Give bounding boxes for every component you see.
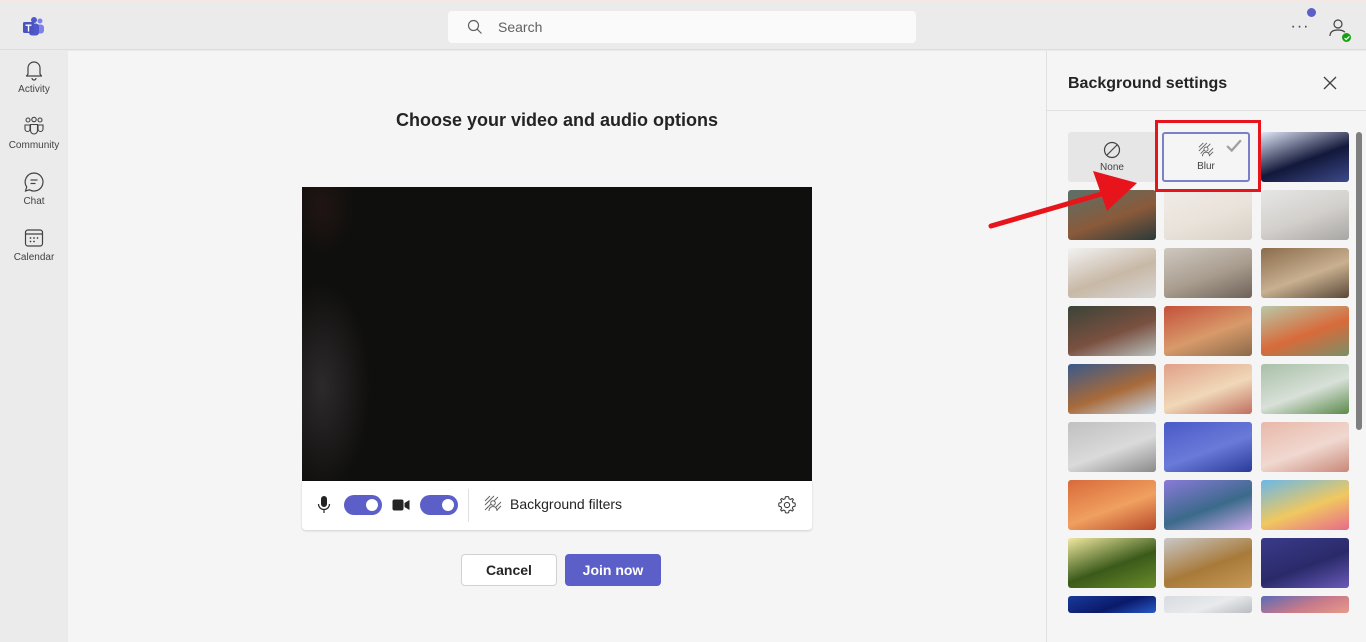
presence-available-icon: [1341, 32, 1352, 43]
background-tile-image[interactable]: [1164, 538, 1252, 588]
panel-scrollbar[interactable]: [1356, 132, 1362, 430]
background-tile-image[interactable]: [1164, 422, 1252, 472]
microphone-icon: [317, 496, 331, 513]
background-tile-image[interactable]: [1068, 306, 1156, 356]
chat-bubble-icon: [24, 172, 44, 192]
search-icon: [467, 19, 482, 34]
background-filters-label: Background filters: [510, 496, 623, 512]
prejoin-stage: Choose your video and audio options Back…: [68, 51, 1046, 642]
more-options-icon: ···: [1290, 18, 1310, 35]
panel-divider: [1047, 110, 1366, 111]
background-tile-image[interactable]: [1261, 306, 1349, 356]
background-tile-image[interactable]: [1164, 480, 1252, 530]
annotation-highlight-box: [1155, 120, 1261, 192]
teams-logo-icon[interactable]: [23, 17, 45, 37]
search-placeholder: Search: [498, 19, 543, 35]
rail-label: Calendar: [13, 252, 55, 263]
panel-title: Background settings: [1068, 75, 1228, 92]
close-icon[interactable]: [1322, 75, 1338, 91]
background-tile-image[interactable]: [1261, 132, 1349, 182]
background-tile-image[interactable]: [1164, 596, 1252, 613]
divider: [468, 489, 469, 522]
background-tile-image[interactable]: [1261, 480, 1349, 530]
page-title: Choose your video and audio options: [395, 110, 718, 130]
background-tile-image[interactable]: [1164, 306, 1252, 356]
rail-item-community[interactable]: Community: [0, 107, 68, 159]
background-tile-image[interactable]: [1261, 596, 1349, 613]
rail-label: Community: [8, 140, 60, 151]
background-tile-image[interactable]: [1164, 364, 1252, 414]
no-background-icon: [1103, 141, 1121, 159]
background-tile-image[interactable]: [1068, 364, 1156, 414]
notification-dot: [1307, 8, 1316, 17]
background-tile-image[interactable]: [1261, 422, 1349, 472]
rail-label: Activity: [18, 84, 50, 95]
background-tile-image[interactable]: [1261, 538, 1349, 588]
rail-item-calendar[interactable]: Calendar: [0, 219, 68, 271]
calendar-icon: [24, 229, 44, 247]
background-tile-image[interactable]: [1068, 480, 1156, 530]
annotation-arrow-icon: [988, 171, 1137, 229]
background-tile-image[interactable]: [1068, 596, 1156, 613]
search-bar[interactable]: Search: [448, 11, 916, 43]
rail-label: Chat: [23, 196, 45, 207]
microphone-toggle[interactable]: [344, 495, 382, 515]
background-tile-image[interactable]: [1068, 248, 1156, 298]
rail-item-chat[interactable]: Chat: [0, 163, 68, 215]
app-rail: Activity Community Chat Calendar: [0, 51, 68, 642]
background-tile-image[interactable]: [1261, 364, 1349, 414]
rail-item-activity[interactable]: Activity: [0, 51, 68, 103]
camera-icon: [392, 499, 410, 511]
background-tile-image[interactable]: [1261, 248, 1349, 298]
cancel-button[interactable]: Cancel: [461, 554, 557, 586]
background-tile-image[interactable]: [1164, 248, 1252, 298]
background-tile-image[interactable]: [1068, 538, 1156, 588]
bell-icon: [25, 61, 43, 81]
title-bar: Search ···: [0, 2, 1366, 50]
gear-icon[interactable]: [777, 495, 797, 515]
background-tile-image[interactable]: [1261, 190, 1349, 240]
background-tile-image[interactable]: [1068, 422, 1156, 472]
device-controls-bar: Background filters: [302, 481, 812, 530]
join-now-button[interactable]: Join now: [565, 554, 661, 586]
background-filters-button[interactable]: Background filters: [484, 495, 622, 513]
people-community-icon: [24, 116, 44, 135]
camera-toggle[interactable]: [420, 495, 458, 515]
background-tile-image[interactable]: [1164, 190, 1252, 240]
background-blur-icon: [484, 495, 502, 512]
more-options-button[interactable]: ···: [1289, 16, 1311, 38]
video-preview: [302, 187, 812, 481]
